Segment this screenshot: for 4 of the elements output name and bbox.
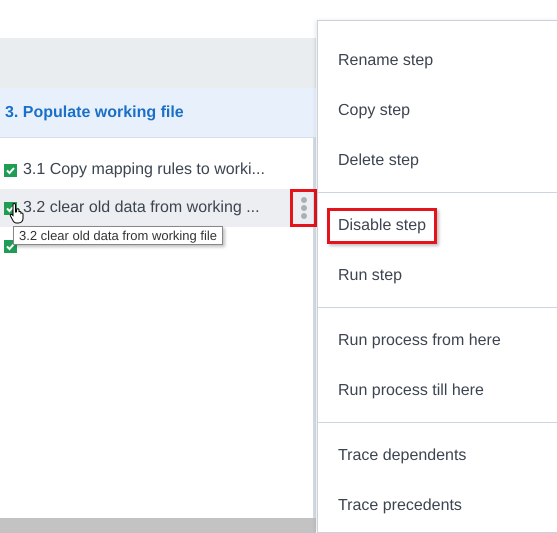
tooltip: 3.2 clear old data from working file	[13, 226, 223, 245]
step-label: 3.1 Copy mapping rules to worki...	[23, 161, 265, 179]
step-label: 3.2 clear old data from working ...	[23, 199, 260, 217]
section-title: 3. Populate working file	[5, 104, 184, 122]
